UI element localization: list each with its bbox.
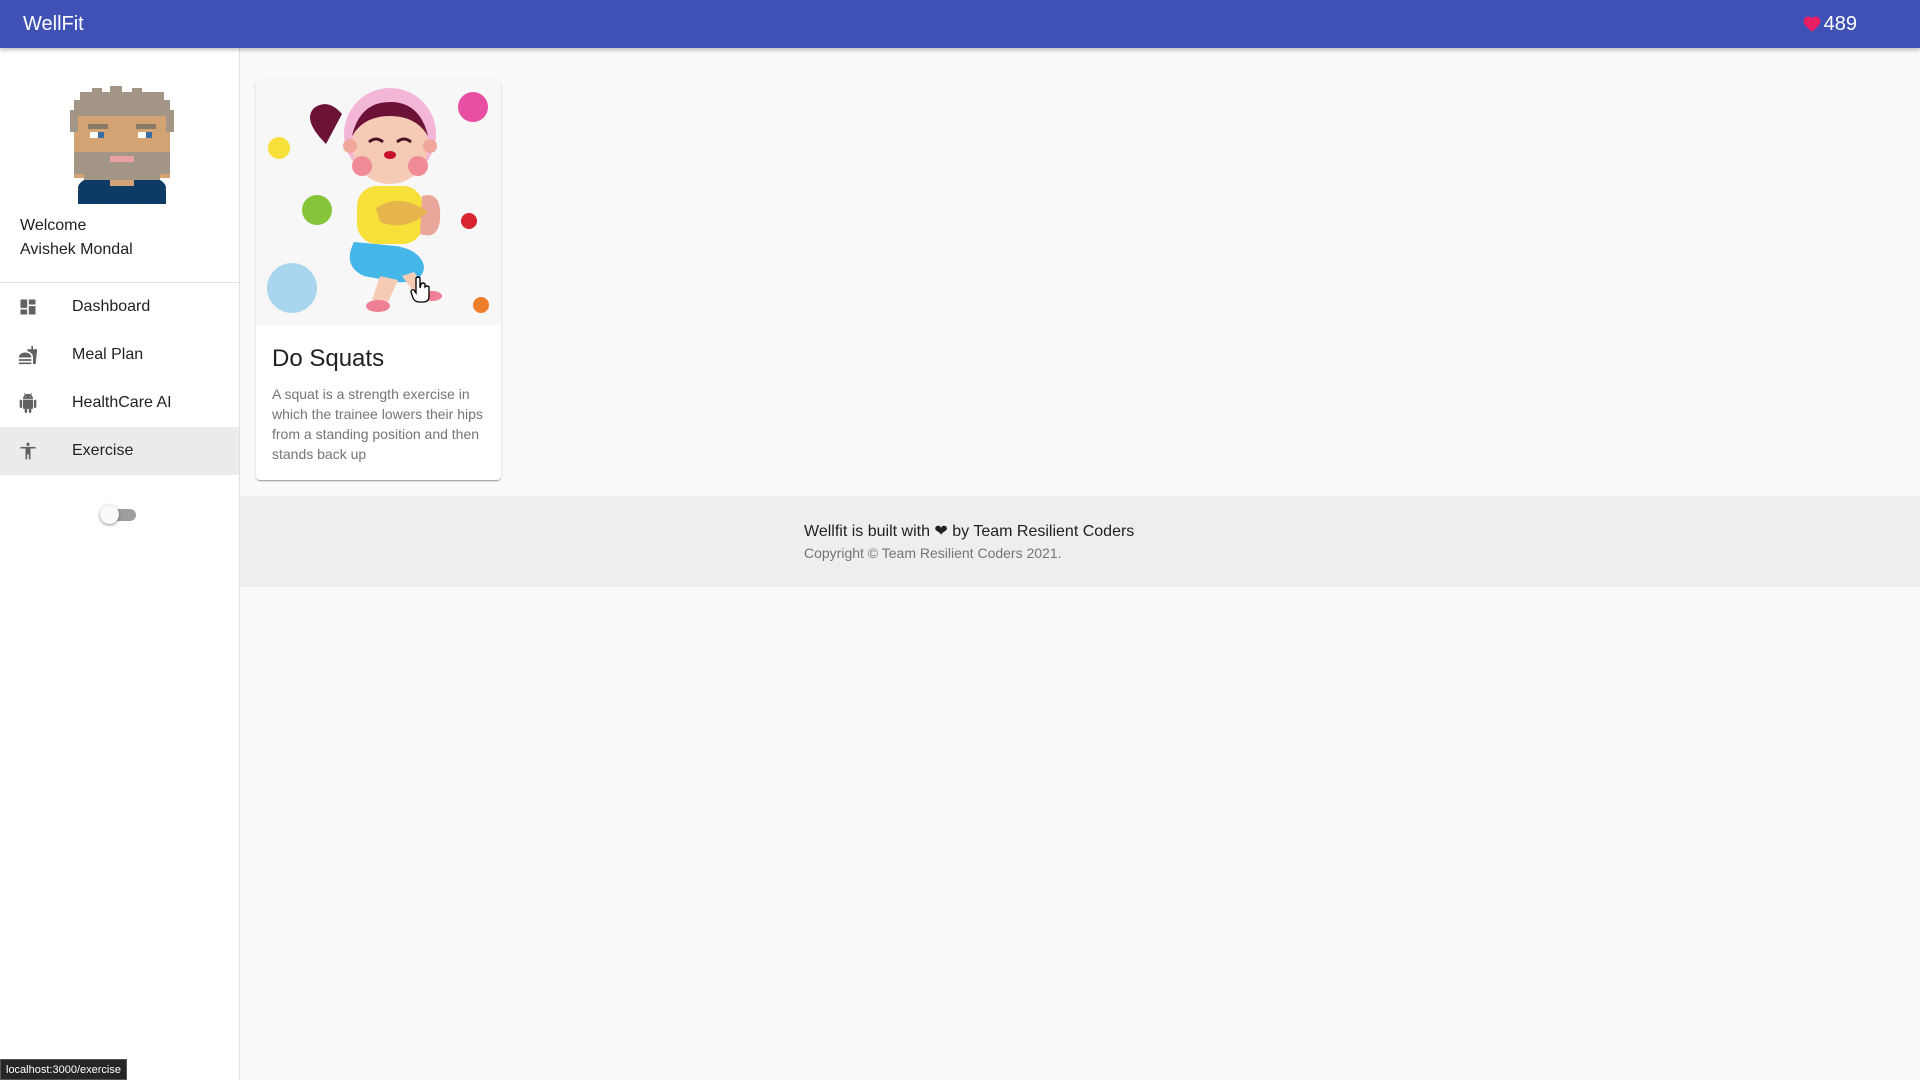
- heart-count-value: 489: [1823, 12, 1857, 35]
- heart-icon: [1803, 16, 1820, 32]
- exercise-card[interactable]: Do Squats A squat is a strength exercise…: [256, 80, 501, 480]
- card-description: A squat is a strength exercise in which …: [272, 386, 483, 462]
- user-avatar: [70, 86, 174, 204]
- sidebar-item-meal-plan[interactable]: Meal Plan: [0, 331, 239, 379]
- footer-copyright: Copyright © Team Resilient Coders 2021.: [804, 545, 1062, 561]
- footer-built-prefix: Wellfit is built with: [804, 523, 930, 540]
- dashboard-icon: [16, 295, 40, 319]
- footer-credit: Wellfit is built with ❤ by Team Resilien…: [804, 521, 1134, 541]
- heart-points: 489: [1802, 0, 1857, 48]
- sidebar-item-label: Dashboard: [72, 298, 151, 315]
- squats-illustration: [256, 80, 501, 325]
- sidebar-item-label: Exercise: [72, 442, 134, 459]
- sidebar-item-healthcare-ai[interactable]: HealthCare AI: [0, 379, 239, 427]
- toggle-thumb[interactable]: [100, 505, 119, 524]
- sidebar-nav: Dashboard Meal Plan HealthCare AI Exerci…: [0, 283, 239, 475]
- welcome-text: Welcome Avishek Mondal: [20, 214, 133, 262]
- sidebar-item-exercise[interactable]: Exercise: [0, 427, 239, 475]
- sidebar-item-label: HealthCare AI: [72, 394, 172, 411]
- theme-toggle[interactable]: [100, 504, 138, 524]
- app-bar: WellFit 489: [0, 0, 1920, 48]
- footer: Wellfit is built with ❤ by Team Resilien…: [240, 496, 1920, 587]
- fastfood-icon: [16, 343, 40, 367]
- user-name: Avishek Mondal: [20, 241, 133, 258]
- android-icon: [16, 391, 40, 415]
- status-bar-url: localhost:3000/exercise: [0, 1059, 127, 1080]
- card-title: Do Squats: [272, 345, 385, 372]
- sidebar-item-label: Meal Plan: [72, 346, 144, 363]
- sidebar-item-dashboard[interactable]: Dashboard: [0, 283, 239, 331]
- heart-icon: ❤: [934, 523, 948, 540]
- hand-cursor-icon: [410, 276, 430, 303]
- footer-built-suffix: by Team Resilient Coders: [952, 523, 1135, 540]
- sidebar: Welcome Avishek Mondal Dashboard Meal Pl…: [0, 48, 240, 1080]
- app-title[interactable]: WellFit: [23, 13, 84, 36]
- welcome-label: Welcome: [20, 217, 87, 234]
- accessibility-icon: [16, 439, 40, 463]
